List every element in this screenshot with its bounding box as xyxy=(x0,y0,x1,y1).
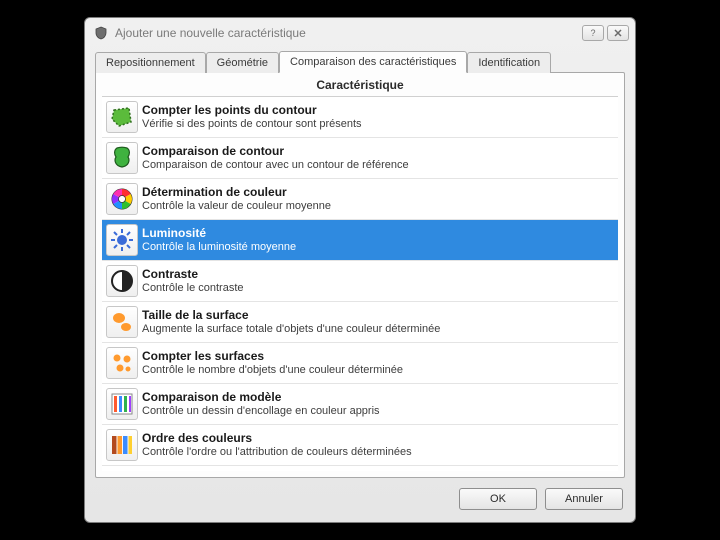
item-desc: Contrôle la luminosité moyenne xyxy=(142,241,612,255)
item-title: Compter les points du contour xyxy=(142,103,612,118)
tab-panel: Caractéristique Compter les points du co… xyxy=(95,72,625,478)
tab-label: Comparaison des caractéristiques xyxy=(290,56,456,68)
pattern-icon xyxy=(106,388,138,420)
tab-geometrie[interactable]: Géométrie xyxy=(206,52,279,73)
color-wheel-icon xyxy=(106,183,138,215)
tab-label: Identification xyxy=(478,57,540,69)
item-title: Taille de la surface xyxy=(142,308,612,323)
item-desc: Contrôle le nombre d'objets d'une couleu… xyxy=(142,364,612,378)
blob-size-icon xyxy=(106,306,138,338)
item-title: Ordre des couleurs xyxy=(142,431,612,446)
list-item[interactable]: Contraste Contrôle le contraste xyxy=(102,261,618,302)
app-icon xyxy=(93,25,109,41)
svg-text:?: ? xyxy=(590,28,595,38)
item-desc: Contrôle le contraste xyxy=(142,282,612,296)
button-bar: OK Annuler xyxy=(85,478,635,522)
item-desc: Contrôle un dessin d'encollage en couleu… xyxy=(142,405,612,419)
item-title: Comparaison de modèle xyxy=(142,390,612,405)
button-label: Annuler xyxy=(565,493,603,505)
cancel-button[interactable]: Annuler xyxy=(545,488,623,510)
ok-button[interactable]: OK xyxy=(459,488,537,510)
item-desc: Comparaison de contour avec un contour d… xyxy=(142,159,612,173)
tab-repositionnement[interactable]: Repositionnement xyxy=(95,52,206,73)
brightness-icon xyxy=(106,224,138,256)
tab-label: Repositionnement xyxy=(106,57,195,69)
list-header: Caractéristique xyxy=(96,73,624,96)
tab-label: Géométrie xyxy=(217,57,268,69)
list-item[interactable]: Luminosité Contrôle la luminosité moyenn… xyxy=(102,220,618,261)
list-item[interactable]: Compter les points du contour Vérifie si… xyxy=(102,97,618,138)
item-title: Contraste xyxy=(142,267,612,282)
item-desc: Vérifie si des points de contour sont pr… xyxy=(142,118,612,132)
list-item[interactable]: Compter les surfaces Contrôle le nombre … xyxy=(102,343,618,384)
contour-compare-icon xyxy=(106,142,138,174)
window-title: Ajouter une nouvelle caractéristique xyxy=(115,26,579,40)
contour-points-icon xyxy=(106,101,138,133)
help-button[interactable]: ? xyxy=(582,25,604,41)
item-title: Luminosité xyxy=(142,226,612,241)
list-item[interactable]: Comparaison de contour Comparaison de co… xyxy=(102,138,618,179)
blob-count-icon xyxy=(106,347,138,379)
list-item[interactable]: Détermination de couleur Contrôle la val… xyxy=(102,179,618,220)
dialog: Ajouter une nouvelle caractéristique ? R… xyxy=(84,17,636,523)
list-item[interactable]: Comparaison de modèle Contrôle un dessin… xyxy=(102,384,618,425)
tab-identification[interactable]: Identification xyxy=(467,52,551,73)
tab-comparaison[interactable]: Comparaison des caractéristiques xyxy=(279,51,467,73)
item-title: Compter les surfaces xyxy=(142,349,612,364)
close-button[interactable] xyxy=(607,25,629,41)
color-order-icon xyxy=(106,429,138,461)
list-item[interactable]: Ordre des couleurs Contrôle l'ordre ou l… xyxy=(102,425,618,466)
item-desc: Contrôle la valeur de couleur moyenne xyxy=(142,200,612,214)
list-item[interactable]: Taille de la surface Augmente la surface… xyxy=(102,302,618,343)
item-title: Comparaison de contour xyxy=(142,144,612,159)
item-desc: Augmente la surface totale d'objets d'un… xyxy=(142,323,612,337)
button-label: OK xyxy=(490,493,506,505)
item-desc: Contrôle l'ordre ou l'attribution de cou… xyxy=(142,446,612,460)
contrast-icon xyxy=(106,265,138,297)
titlebar: Ajouter une nouvelle caractéristique ? xyxy=(85,18,635,47)
tab-row: Repositionnement Géométrie Comparaison d… xyxy=(85,47,635,72)
item-title: Détermination de couleur xyxy=(142,185,612,200)
feature-list: Compter les points du contour Vérifie si… xyxy=(102,96,618,471)
